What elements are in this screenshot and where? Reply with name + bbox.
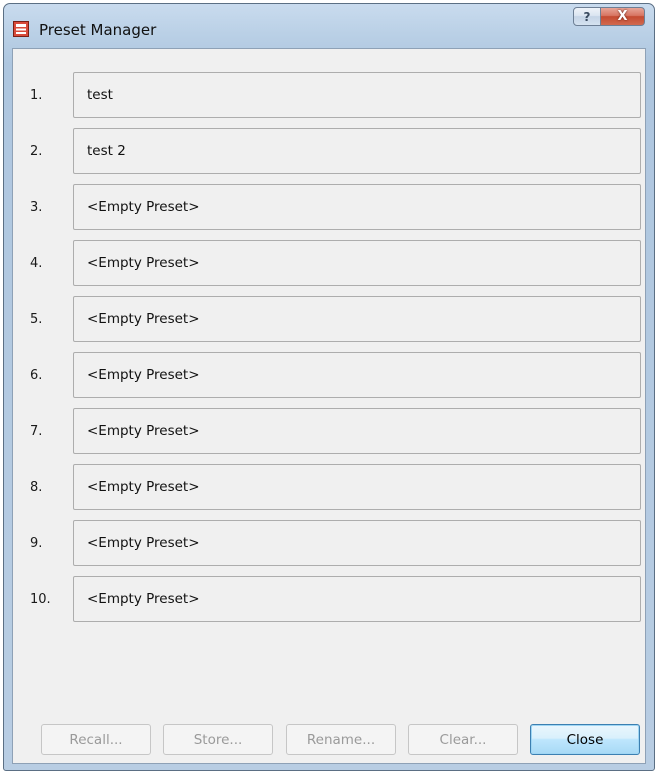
preset-slot-6[interactable]: <Empty Preset> bbox=[73, 352, 641, 398]
preset-row-8: 8. <Empty Preset> bbox=[13, 464, 645, 512]
preset-slot-8[interactable]: <Empty Preset> bbox=[73, 464, 641, 510]
close-icon: X bbox=[617, 9, 628, 24]
preset-number: 3. bbox=[30, 200, 43, 215]
caption-buttons: ? X bbox=[573, 7, 645, 26]
preset-number: 10. bbox=[30, 592, 51, 607]
dialog-body: 1. test 2. test 2 3. <Empty Preset> 4. <… bbox=[12, 48, 646, 764]
window-title: Preset Manager bbox=[39, 21, 157, 39]
preset-slot-10[interactable]: <Empty Preset> bbox=[73, 576, 641, 622]
preset-row-7: 7. <Empty Preset> bbox=[13, 408, 645, 456]
button-bar: Recall... Store... Rename... Clear... Cl… bbox=[13, 724, 645, 755]
preset-row-1: 1. test bbox=[13, 72, 645, 120]
title-bar[interactable]: Preset Manager ? X bbox=[4, 4, 654, 48]
clear-button[interactable]: Clear... bbox=[408, 724, 518, 755]
preset-row-3: 3. <Empty Preset> bbox=[13, 184, 645, 232]
window-close-button[interactable]: X bbox=[601, 7, 645, 26]
preset-row-10: 10. <Empty Preset> bbox=[13, 576, 645, 624]
preset-number: 5. bbox=[30, 312, 43, 327]
preset-manager-window: Preset Manager ? X 1. test 2. test 2 3. … bbox=[3, 3, 655, 771]
store-button[interactable]: Store... bbox=[163, 724, 273, 755]
preset-number: 4. bbox=[30, 256, 43, 271]
preset-number: 6. bbox=[30, 368, 43, 383]
rename-button[interactable]: Rename... bbox=[286, 724, 396, 755]
preset-number: 9. bbox=[30, 536, 43, 551]
help-icon: ? bbox=[583, 9, 591, 24]
preset-slot-7[interactable]: <Empty Preset> bbox=[73, 408, 641, 454]
preset-row-4: 4. <Empty Preset> bbox=[13, 240, 645, 288]
preset-number: 1. bbox=[30, 88, 43, 103]
preset-slot-9[interactable]: <Empty Preset> bbox=[73, 520, 641, 566]
preset-row-6: 6. <Empty Preset> bbox=[13, 352, 645, 400]
preset-slot-3[interactable]: <Empty Preset> bbox=[73, 184, 641, 230]
recall-button[interactable]: Recall... bbox=[41, 724, 151, 755]
preset-row-9: 9. <Empty Preset> bbox=[13, 520, 645, 568]
preset-slot-1[interactable]: test bbox=[73, 72, 641, 118]
preset-number: 2. bbox=[30, 144, 43, 159]
help-button[interactable]: ? bbox=[573, 7, 601, 26]
preset-slot-2[interactable]: test 2 bbox=[73, 128, 641, 174]
preset-number: 8. bbox=[30, 480, 43, 495]
preset-app-icon bbox=[13, 21, 29, 37]
close-button[interactable]: Close bbox=[530, 724, 640, 755]
preset-number: 7. bbox=[30, 424, 43, 439]
preset-slot-5[interactable]: <Empty Preset> bbox=[73, 296, 641, 342]
preset-slot-4[interactable]: <Empty Preset> bbox=[73, 240, 641, 286]
preset-row-5: 5. <Empty Preset> bbox=[13, 296, 645, 344]
preset-row-2: 2. test 2 bbox=[13, 128, 645, 176]
